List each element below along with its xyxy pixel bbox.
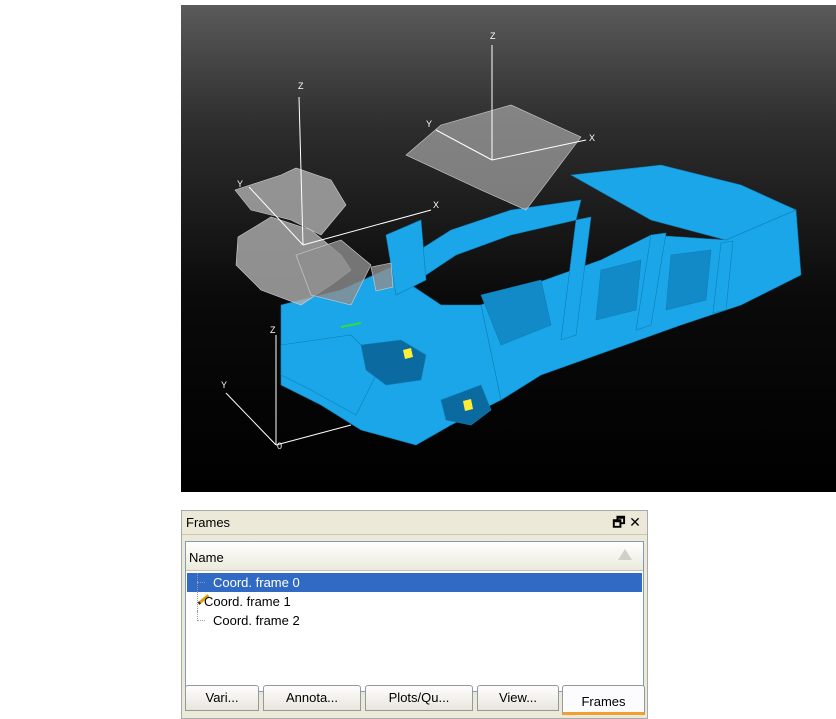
list-item-label: Coord. frame 2 bbox=[213, 613, 300, 628]
3d-viewport[interactable]: Z Y X Z Y X Z Y 0 bbox=[181, 5, 836, 492]
frame-top-z-label: Z bbox=[490, 31, 496, 41]
column-header-label: Name bbox=[189, 550, 224, 565]
sort-ascending-icon bbox=[618, 549, 632, 560]
scene-svg: Z Y X Z Y X Z Y 0 bbox=[221, 31, 802, 451]
tree-connector-icon bbox=[191, 573, 205, 592]
tab-view[interactable]: View... bbox=[477, 685, 559, 711]
frame-left-z-label: Z bbox=[298, 81, 304, 91]
list-item-coord-frame-2[interactable]: Coord. frame 2 bbox=[187, 611, 642, 630]
frames-list[interactable]: Name Coord. frame 0 Coord. frame 1 Coord… bbox=[185, 541, 644, 692]
tab-annotations[interactable]: Annota... bbox=[263, 685, 361, 711]
tree-connector-icon bbox=[191, 611, 205, 630]
tab-plots-queries[interactable]: Plots/Qu... bbox=[365, 685, 473, 711]
car-body bbox=[280, 164, 802, 446]
list-item-coord-frame-1[interactable]: Coord. frame 1 bbox=[187, 592, 642, 611]
panel-title: Frames bbox=[186, 515, 231, 530]
frame-base-origin-label: 0 bbox=[277, 441, 282, 451]
column-header-name[interactable]: Name bbox=[186, 542, 643, 571]
panel-tab-bar: Vari... Annota... Plots/Qu... View... Fr… bbox=[185, 685, 647, 715]
close-icon[interactable]: ✕ bbox=[628, 514, 642, 530]
float-icon[interactable]: 🗗 bbox=[612, 514, 626, 530]
tab-frames[interactable]: Frames bbox=[562, 685, 645, 715]
frame-base-z-label: Z bbox=[270, 325, 276, 335]
list-item-label: Coord. frame 0 bbox=[213, 575, 300, 590]
frame-left-x-label: X bbox=[433, 200, 439, 210]
tab-variables[interactable]: Vari... bbox=[185, 685, 259, 711]
list-item-label: Coord. frame 1 bbox=[204, 594, 291, 609]
frame-top-x-label: X bbox=[589, 133, 595, 143]
frames-panel: Frames 🗗 ✕ Name Coord. frame 0 Coord. fr… bbox=[181, 510, 648, 719]
frame-base-y-label: Y bbox=[221, 380, 227, 390]
frame-left-y-label: Y bbox=[237, 179, 243, 189]
list-item-coord-frame-0[interactable]: Coord. frame 0 bbox=[187, 573, 642, 592]
panel-title-bar[interactable]: Frames 🗗 ✕ bbox=[182, 511, 647, 535]
frame-top-y-label: Y bbox=[426, 119, 432, 129]
